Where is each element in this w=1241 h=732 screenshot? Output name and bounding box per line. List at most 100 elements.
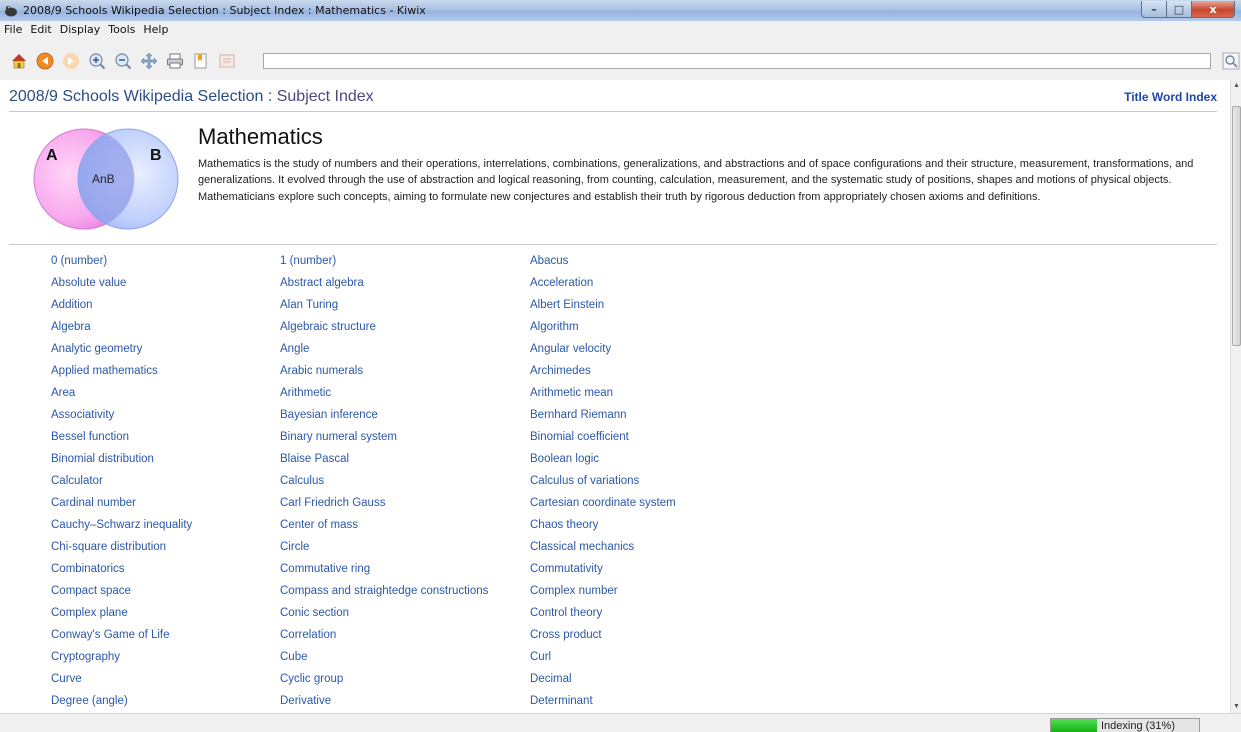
- search-icon: [1222, 52, 1240, 70]
- subject-description: Mathematics is the study of numbers and …: [198, 158, 1194, 203]
- article-link[interactable]: Cyclic group: [280, 671, 488, 693]
- menu-display[interactable]: Display: [60, 23, 101, 36]
- menu-help[interactable]: Help: [143, 23, 168, 36]
- menu-tools[interactable]: Tools: [108, 23, 135, 36]
- zoom-in-icon: [89, 53, 106, 70]
- article-link[interactable]: Albert Einstein: [530, 297, 676, 319]
- divider: [9, 244, 1217, 245]
- article-link[interactable]: Decimal: [530, 671, 676, 693]
- article-link[interactable]: Cube: [280, 649, 488, 671]
- article-link[interactable]: Cross product: [530, 627, 676, 649]
- address-input[interactable]: [263, 53, 1211, 69]
- article-link[interactable]: Chaos theory: [530, 517, 676, 539]
- subject-index-link[interactable]: Subject Index: [277, 88, 374, 105]
- article-link[interactable]: Arithmetic: [280, 385, 488, 407]
- article-link[interactable]: Compact space: [51, 583, 192, 605]
- title-word-index-link[interactable]: Title Word Index: [1124, 90, 1217, 104]
- scroll-down-arrow-icon[interactable]: ▼: [1231, 701, 1241, 713]
- site-title-link[interactable]: 2008/9 Schools Wikipedia Selection: [9, 88, 263, 105]
- article-link[interactable]: Degree (angle): [51, 693, 192, 713]
- back-button[interactable]: [36, 52, 54, 70]
- article-link[interactable]: Bayesian inference: [280, 407, 488, 429]
- article-link[interactable]: Algorithm: [530, 319, 676, 341]
- article-link[interactable]: Calculator: [51, 473, 192, 495]
- window-title: 2008/9 Schools Wikipedia Selection : Sub…: [23, 4, 426, 17]
- article-link[interactable]: Curl: [530, 649, 676, 671]
- article-link[interactable]: Correlation: [280, 627, 488, 649]
- article-link[interactable]: Cartesian coordinate system: [530, 495, 676, 517]
- article-link[interactable]: Angle: [280, 341, 488, 363]
- article-link[interactable]: Calculus of variations: [530, 473, 676, 495]
- zoom-in-button[interactable]: [88, 52, 106, 70]
- article-link[interactable]: Area: [51, 385, 192, 407]
- print-button[interactable]: [166, 52, 184, 70]
- article-link[interactable]: Carl Friedrich Gauss: [280, 495, 488, 517]
- article-link[interactable]: 1 (number): [280, 253, 488, 275]
- article-link[interactable]: Algebraic structure: [280, 319, 488, 341]
- indexing-label: Indexing (31%): [1101, 720, 1175, 732]
- article-link[interactable]: Derivative: [280, 693, 488, 713]
- scroll-thumb[interactable]: [1232, 106, 1241, 346]
- article-link[interactable]: Cauchy–Schwarz inequality: [51, 517, 192, 539]
- venn-label-b: B: [150, 147, 162, 164]
- article-link[interactable]: Arabic numerals: [280, 363, 488, 385]
- close-button[interactable]: x: [1191, 1, 1235, 18]
- minimize-button[interactable]: –: [1141, 1, 1167, 18]
- fullscreen-button[interactable]: [140, 52, 158, 70]
- article-link[interactable]: Addition: [51, 297, 192, 319]
- article-link[interactable]: Bessel function: [51, 429, 192, 451]
- article-link[interactable]: Cardinal number: [51, 495, 192, 517]
- search-button[interactable]: [1222, 52, 1240, 70]
- article-link[interactable]: Absolute value: [51, 275, 192, 297]
- article-link[interactable]: Analytic geometry: [51, 341, 192, 363]
- menu-edit[interactable]: Edit: [30, 23, 51, 36]
- article-link[interactable]: Associativity: [51, 407, 192, 429]
- vertical-scrollbar[interactable]: ▲ ▼: [1230, 80, 1241, 713]
- article-link[interactable]: 0 (number): [51, 253, 192, 275]
- home-button[interactable]: [10, 52, 28, 70]
- article-link[interactable]: Combinatorics: [51, 561, 192, 583]
- article-link[interactable]: Archimedes: [530, 363, 676, 385]
- article-link[interactable]: Calculus: [280, 473, 488, 495]
- breadcrumb: 2008/9 Schools Wikipedia Selection : Sub…: [9, 88, 374, 106]
- article-link[interactable]: Abstract algebra: [280, 275, 488, 297]
- zoom-out-button[interactable]: [114, 52, 132, 70]
- article-link[interactable]: Determinant: [530, 693, 676, 713]
- article-link[interactable]: Complex number: [530, 583, 676, 605]
- article-link[interactable]: Binomial distribution: [51, 451, 192, 473]
- article-link[interactable]: Conic section: [280, 605, 488, 627]
- article-link[interactable]: Center of mass: [280, 517, 488, 539]
- article-link[interactable]: Control theory: [530, 605, 676, 627]
- article-link[interactable]: Arithmetic mean: [530, 385, 676, 407]
- article-link[interactable]: Chi-square distribution: [51, 539, 192, 561]
- article-link[interactable]: Bernhard Riemann: [530, 407, 676, 429]
- article-link[interactable]: Binary numeral system: [280, 429, 488, 451]
- article-link[interactable]: Applied mathematics: [51, 363, 192, 385]
- article-link[interactable]: Classical mechanics: [530, 539, 676, 561]
- article-link[interactable]: Commutativity: [530, 561, 676, 583]
- article-link[interactable]: Abacus: [530, 253, 676, 275]
- scroll-up-arrow-icon[interactable]: ▲: [1231, 80, 1241, 92]
- article-link[interactable]: Boolean logic: [530, 451, 676, 473]
- maximize-button[interactable]: □: [1166, 1, 1192, 18]
- notes-button[interactable]: [218, 52, 236, 70]
- article-link[interactable]: Alan Turing: [280, 297, 488, 319]
- article-link[interactable]: Cryptography: [51, 649, 192, 671]
- article-link[interactable]: Compass and straightedge constructions: [280, 583, 488, 605]
- article-link[interactable]: Acceleration: [530, 275, 676, 297]
- article-link[interactable]: Commutative ring: [280, 561, 488, 583]
- article-link[interactable]: Binomial coefficient: [530, 429, 676, 451]
- article-link[interactable]: Algebra: [51, 319, 192, 341]
- subject-title: Mathematics: [198, 124, 323, 149]
- article-link[interactable]: Complex plane: [51, 605, 192, 627]
- menu-file[interactable]: File: [4, 23, 22, 36]
- article-link[interactable]: Angular velocity: [530, 341, 676, 363]
- window-titlebar[interactable]: 2008/9 Schools Wikipedia Selection : Sub…: [0, 0, 1241, 21]
- bookmark-button[interactable]: [192, 52, 210, 70]
- article-link[interactable]: Circle: [280, 539, 488, 561]
- move-arrows-icon: [140, 52, 158, 70]
- article-link[interactable]: Conway's Game of Life: [51, 627, 192, 649]
- article-link[interactable]: Curve: [51, 671, 192, 693]
- article-link[interactable]: Blaise Pascal: [280, 451, 488, 473]
- forward-button[interactable]: [62, 52, 80, 70]
